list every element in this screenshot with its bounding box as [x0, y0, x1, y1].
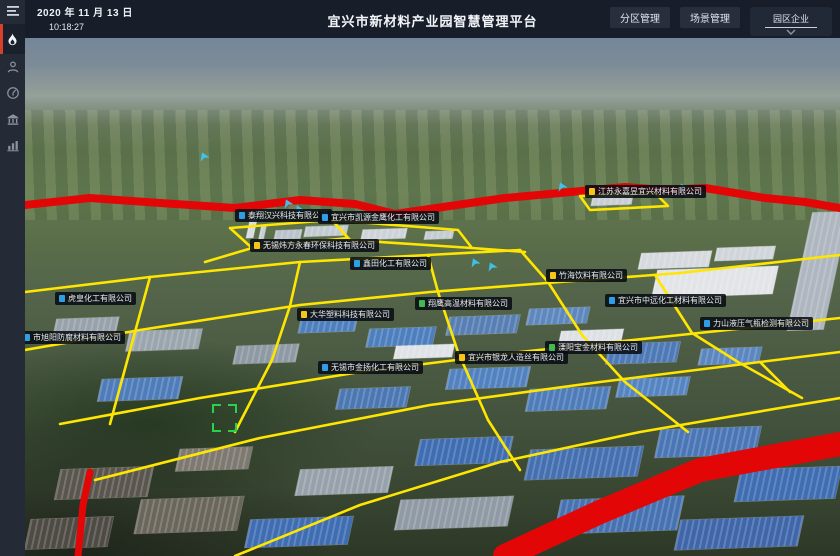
hamburger-menu-button[interactable] — [0, 0, 25, 22]
company-name: 宜兴市中远化工材料有限公司 — [618, 294, 722, 307]
company-label[interactable]: 江苏永嘉昱宜兴材料有限公司 — [585, 185, 706, 198]
road-yellow — [205, 248, 252, 262]
sidebar-item-personnel[interactable] — [0, 54, 25, 80]
company-label[interactable]: 市旭阳防腐材料有限公司 — [25, 331, 125, 344]
smart-park-platform: 2020 年 11 月 13 日 10:18:27 宜兴市新材料产业园智慧管理平… — [0, 0, 840, 556]
company-label[interactable]: 宜兴市中远化工材料有限公司 — [605, 294, 726, 307]
company-label[interactable]: 虎皇化工有限公司 — [55, 292, 136, 305]
company-name: 无锡炜方永春环保科技有限公司 — [263, 239, 375, 252]
company-label[interactable]: 无锡炜方永春环保科技有限公司 — [250, 239, 379, 252]
header-actions: 分区管理 场景管理 园区企业 — [610, 7, 832, 36]
company-icon — [322, 364, 328, 371]
company-icon — [322, 214, 328, 221]
sidebar-item-enterprises[interactable] — [0, 106, 25, 132]
company-label[interactable]: 翔鹰高温材料有限公司 — [415, 297, 512, 310]
chevron-down-icon — [786, 29, 796, 35]
company-icon — [609, 297, 615, 304]
zone-management-button[interactable]: 分区管理 — [610, 7, 670, 28]
scene-management-button[interactable]: 场景管理 — [680, 7, 740, 28]
map-3d-view[interactable]: 泰翔汉兴科技有限公司宜兴市凯源金鹰化工有限公司无锡炜方永春环保科技有限公司 江苏永… — [25, 38, 840, 556]
road-yellow — [60, 318, 840, 424]
company-name: 鑫田化工有限公司 — [363, 257, 427, 270]
company-label[interactable]: 无锡市金扬化工有限公司 — [318, 361, 423, 374]
factory-icon — [6, 112, 20, 126]
person-icon — [6, 60, 20, 74]
company-icon — [589, 188, 595, 195]
gauge-icon — [6, 86, 20, 100]
sidebar-item-fire-monitor[interactable] — [0, 24, 25, 54]
company-label[interactable]: 宜兴市银龙人造丝有限公司 — [455, 351, 568, 364]
company-name: 翔鹰高温材料有限公司 — [428, 297, 508, 310]
company-icon — [239, 212, 245, 219]
company-name: 市旭阳防腐材料有限公司 — [33, 331, 121, 344]
company-icon — [549, 344, 555, 351]
company-icon — [419, 300, 425, 307]
company-name: 力山液压气瓶检测有限公司 — [713, 317, 809, 330]
company-name: 宜兴市银龙人造丝有限公司 — [468, 351, 564, 364]
sidebar-item-statistics[interactable] — [0, 132, 25, 158]
company-icon — [25, 334, 30, 341]
highway-red — [505, 444, 840, 556]
road-yellow — [235, 262, 300, 432]
highway-red — [78, 472, 90, 556]
company-icon — [704, 320, 710, 327]
company-icon — [301, 311, 307, 318]
company-icon — [550, 272, 556, 279]
hamburger-icon — [6, 5, 20, 17]
park-enterprise-dropdown[interactable]: 园区企业 — [750, 7, 832, 36]
company-name: 泰翔汉兴科技有限公司 — [248, 209, 328, 222]
company-name: 虎皇化工有限公司 — [68, 292, 132, 305]
company-name: 宜兴市凯源金鹰化工有限公司 — [331, 211, 435, 224]
bar-chart-icon — [6, 138, 20, 152]
company-name: 大华塑料科技有限公司 — [310, 308, 390, 321]
company-label[interactable]: 宜兴市凯源金鹰化工有限公司 — [318, 211, 439, 224]
flame-icon — [6, 32, 19, 47]
company-label[interactable]: 力山液压气瓶检测有限公司 — [700, 317, 813, 330]
selection-box — [212, 404, 237, 432]
company-label[interactable]: 鑫田化工有限公司 — [350, 257, 431, 270]
highway-red — [25, 187, 840, 214]
road-yellow — [25, 250, 520, 292]
company-label[interactable]: 竹海饮料有限公司 — [546, 269, 627, 282]
top-header: 2020 年 11 月 13 日 10:18:27 宜兴市新材料产业园智慧管理平… — [25, 0, 840, 38]
company-name: 溧阳宝金材料有限公司 — [558, 341, 638, 354]
company-name: 无锡市金扬化工有限公司 — [331, 361, 419, 374]
company-icon — [59, 295, 65, 302]
dropdown-label: 园区企业 — [765, 12, 817, 28]
company-icon — [354, 260, 360, 267]
sidebar — [0, 0, 25, 556]
company-name: 江苏永嘉昱宜兴材料有限公司 — [598, 185, 702, 198]
company-icon — [254, 242, 260, 249]
company-name: 竹海饮料有限公司 — [559, 269, 623, 282]
company-label[interactable]: 大华塑料科技有限公司 — [297, 308, 394, 321]
sidebar-item-monitoring[interactable] — [0, 80, 25, 106]
company-icon — [459, 354, 465, 361]
